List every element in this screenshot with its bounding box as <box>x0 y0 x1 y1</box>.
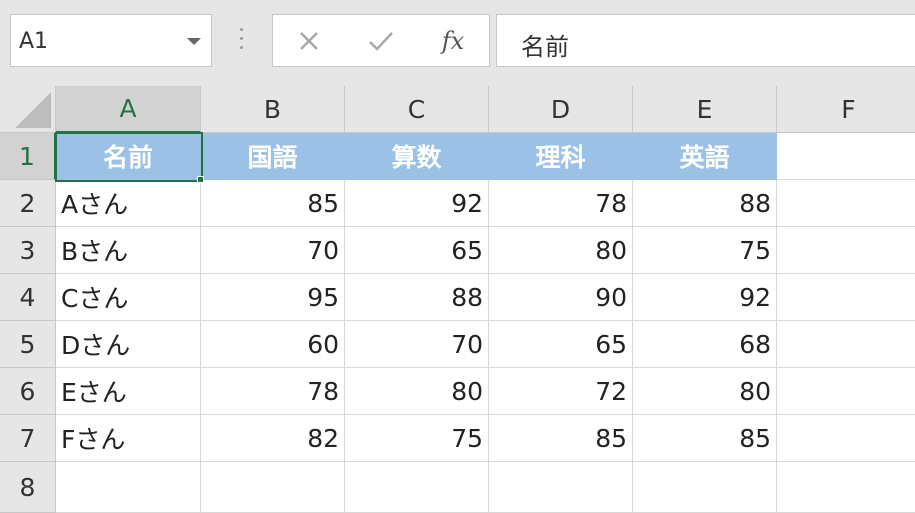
check-icon <box>369 31 393 51</box>
cell-f7[interactable] <box>777 415 915 462</box>
cell-a3[interactable]: Bさん <box>56 227 201 274</box>
name-box[interactable]: A1 <box>10 14 212 67</box>
cell-c2[interactable]: 92 <box>345 180 489 227</box>
cell-a1[interactable]: 名前 <box>56 133 201 180</box>
cell-b8[interactable] <box>201 462 345 513</box>
cell-b7[interactable]: 82 <box>201 415 345 462</box>
insert-function-button[interactable]: fx <box>425 15 481 66</box>
cell-d3[interactable]: 80 <box>489 227 633 274</box>
cell-e1[interactable]: 英語 <box>633 133 777 180</box>
cell-c7[interactable]: 75 <box>345 415 489 462</box>
cell-c5[interactable]: 70 <box>345 321 489 368</box>
column-header-d[interactable]: D <box>489 86 633 133</box>
cell-c4[interactable]: 88 <box>345 274 489 321</box>
cell-f8[interactable] <box>777 462 915 513</box>
cell-d5[interactable]: 65 <box>489 321 633 368</box>
cell-a2[interactable]: Aさん <box>56 180 201 227</box>
cell-b6[interactable]: 78 <box>201 368 345 415</box>
select-all-button[interactable] <box>0 86 56 133</box>
formula-bar-area: A1 fx 名前 <box>0 0 915 86</box>
cell-d7[interactable]: 85 <box>489 415 633 462</box>
cell-d2[interactable]: 78 <box>489 180 633 227</box>
chevron-down-icon[interactable] <box>187 38 201 45</box>
column-header-c[interactable]: C <box>345 86 489 133</box>
close-icon <box>300 31 318 50</box>
fill-handle[interactable] <box>197 176 204 183</box>
row-header-1[interactable]: 1 <box>0 133 56 180</box>
cell-c8[interactable] <box>345 462 489 513</box>
formula-buttons: fx <box>272 14 490 67</box>
column-header-e[interactable]: E <box>633 86 777 133</box>
cell-f3[interactable] <box>777 227 915 274</box>
row-header-6[interactable]: 6 <box>0 368 56 415</box>
cell-d4[interactable]: 90 <box>489 274 633 321</box>
cell-f4[interactable] <box>777 274 915 321</box>
cell-c1[interactable]: 算数 <box>345 133 489 180</box>
cell-b4[interactable]: 95 <box>201 274 345 321</box>
column-header-a[interactable]: A <box>56 86 201 133</box>
column-header-f[interactable]: F <box>777 86 915 133</box>
formula-value: 名前 <box>521 33 569 61</box>
row-header-2[interactable]: 2 <box>0 180 56 227</box>
fx-icon: fx <box>441 26 465 55</box>
enter-button[interactable] <box>353 15 409 66</box>
cell-a7[interactable]: Fさん <box>56 415 201 462</box>
cancel-button[interactable] <box>281 15 337 66</box>
cell-f2[interactable] <box>777 180 915 227</box>
cell-f6[interactable] <box>777 368 915 415</box>
cell-e2[interactable]: 88 <box>633 180 777 227</box>
cell-a5[interactable]: Dさん <box>56 321 201 368</box>
cell-d8[interactable] <box>489 462 633 513</box>
cell-e6[interactable]: 80 <box>633 368 777 415</box>
select-all-icon <box>15 92 51 128</box>
cell-e4[interactable]: 92 <box>633 274 777 321</box>
cell-d1[interactable]: 理科 <box>489 133 633 180</box>
cell-c6[interactable]: 80 <box>345 368 489 415</box>
cell-b2[interactable]: 85 <box>201 180 345 227</box>
cell-b1[interactable]: 国語 <box>201 133 345 180</box>
cell-c3[interactable]: 65 <box>345 227 489 274</box>
cell-e7[interactable]: 85 <box>633 415 777 462</box>
cell-f1[interactable] <box>777 133 915 180</box>
cell-d6[interactable]: 72 <box>489 368 633 415</box>
cell-e5[interactable]: 68 <box>633 321 777 368</box>
cell-b5[interactable]: 60 <box>201 321 345 368</box>
cell-a8[interactable] <box>56 462 201 513</box>
cell-e3[interactable]: 75 <box>633 227 777 274</box>
row-header-5[interactable]: 5 <box>0 321 56 368</box>
formula-input[interactable]: 名前 <box>496 14 915 67</box>
row-header-4[interactable]: 4 <box>0 274 56 321</box>
column-header-b[interactable]: B <box>201 86 345 133</box>
row-header-3[interactable]: 3 <box>0 227 56 274</box>
row-header-7[interactable]: 7 <box>0 415 56 462</box>
cell-e8[interactable] <box>633 462 777 513</box>
cell-a4[interactable]: Cさん <box>56 274 201 321</box>
cell-f5[interactable] <box>777 321 915 368</box>
row-header-8[interactable]: 8 <box>0 462 56 513</box>
cell-b3[interactable]: 70 <box>201 227 345 274</box>
name-box-value: A1 <box>19 29 49 54</box>
cell-a6[interactable]: Eさん <box>56 368 201 415</box>
grip-dots-icon[interactable] <box>239 28 244 54</box>
